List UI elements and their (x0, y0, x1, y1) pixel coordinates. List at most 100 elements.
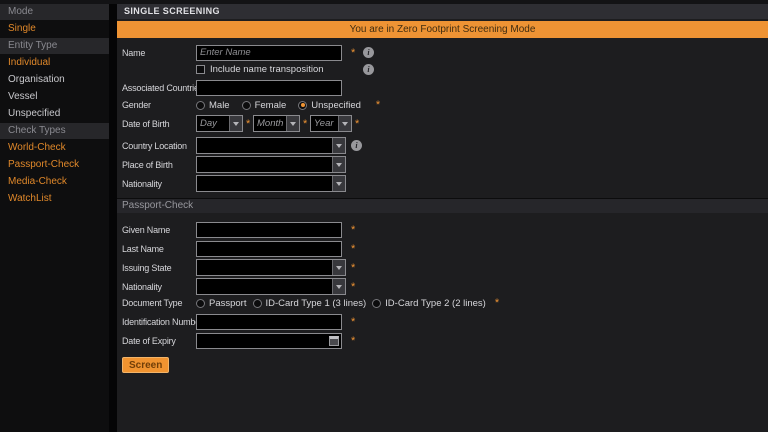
chevron-down-icon (332, 138, 345, 153)
sidebar-item-world-check[interactable]: World-Check (0, 140, 109, 156)
transposition-row: Include name transposition i (122, 63, 768, 75)
name-transposition-checkbox[interactable] (196, 65, 205, 74)
sidebar-item-vessel[interactable]: Vessel (0, 89, 109, 105)
dob-year-value: Year (311, 118, 338, 129)
info-icon[interactable]: i (363, 64, 374, 75)
sidebar-header-check-types: Check Types (0, 123, 109, 139)
sidebar-item-single[interactable]: Single (0, 21, 109, 37)
issuing-state-row: Issuing State * (122, 259, 768, 276)
passport-nationality-select[interactable] (196, 278, 346, 295)
sidebar-item-unspecified[interactable]: Unspecified (0, 106, 109, 122)
gender-row: Gender Male Female Unspecified * (122, 99, 768, 111)
sidebar-header-mode: Mode (0, 4, 109, 20)
name-input[interactable] (196, 45, 342, 61)
gender-unspecified-radio[interactable] (298, 101, 307, 110)
sidebar-item-organisation[interactable]: Organisation (0, 72, 109, 88)
dob-day-select[interactable]: Day (196, 115, 243, 132)
nationality-row: Nationality (122, 175, 768, 192)
info-icon[interactable]: i (363, 47, 374, 58)
associated-countries-label: Associated Countries (122, 83, 196, 93)
doc-type-passport-label: Passport (209, 298, 247, 309)
chevron-down-icon (332, 157, 345, 172)
document-type-row: Document Type Passport ID-Card Type 1 (3… (122, 297, 768, 309)
doc-type-idcard2-label: ID-Card Type 2 (2 lines) (385, 298, 486, 309)
calendar-icon[interactable] (329, 336, 339, 346)
sidebar-item-watchlist[interactable]: WatchList (0, 191, 109, 207)
last-name-input[interactable] (196, 241, 342, 257)
associated-countries-row: Associated Countries (122, 79, 768, 96)
country-location-select[interactable] (196, 137, 346, 154)
passport-nationality-label: Nationality (122, 282, 196, 292)
sidebar-item-passport-check[interactable]: Passport-Check (0, 157, 109, 173)
given-name-input[interactable] (196, 222, 342, 238)
screening-app-window: Mode Single Entity Type Individual Organ… (0, 0, 768, 432)
required-marker: * (246, 119, 253, 129)
required-marker: * (495, 298, 502, 308)
sidebar-divider (109, 4, 117, 432)
identification-number-row: Identification Number * (122, 313, 768, 330)
nationality-select[interactable] (196, 175, 346, 192)
date-of-birth-label: Date of Birth (122, 119, 196, 129)
sidebar-item-media-check[interactable]: Media-Check (0, 174, 109, 190)
screening-form: Name * i Include name transposition i (117, 38, 768, 194)
dob-day-value: Day (197, 118, 229, 129)
name-transposition-label: Include name transposition (210, 64, 324, 75)
name-row: Name * i (122, 44, 768, 61)
chevron-down-icon (332, 260, 345, 275)
gender-female-radio[interactable] (242, 101, 251, 110)
sidebar-item-individual[interactable]: Individual (0, 55, 109, 71)
name-label: Name (122, 48, 196, 58)
main-panel: SINGLE SCREENING You are in Zero Footpri… (117, 4, 768, 432)
given-name-label: Given Name (122, 225, 196, 235)
date-of-expiry-input[interactable] (196, 333, 342, 349)
zero-footprint-banner: You are in Zero Footprint Screening Mode (117, 21, 768, 38)
required-marker: * (351, 317, 358, 327)
doc-type-passport-radio[interactable] (196, 299, 205, 308)
date-of-expiry-label: Date of Expiry (122, 336, 196, 346)
last-name-row: Last Name * (122, 240, 768, 257)
dob-year-select[interactable]: Year (310, 115, 352, 132)
chevron-down-icon (338, 116, 351, 131)
doc-type-idcard1-radio[interactable] (253, 299, 262, 308)
nationality-label: Nationality (122, 179, 196, 189)
required-marker: * (351, 244, 358, 254)
last-name-label: Last Name (122, 244, 196, 254)
date-of-birth-row: Date of Birth Day * Month * Year (122, 115, 768, 132)
country-location-label: Country Location (122, 141, 196, 151)
doc-type-idcard1-label: ID-Card Type 1 (3 lines) (266, 298, 367, 309)
chevron-down-icon (332, 279, 345, 294)
info-icon[interactable]: i (351, 140, 362, 151)
place-of-birth-row: Place of Birth (122, 156, 768, 173)
gender-male-label: Male (209, 100, 230, 111)
place-of-birth-label: Place of Birth (122, 160, 196, 170)
required-marker: * (351, 48, 358, 58)
passport-check-form: Given Name * Last Name * Issuing State (117, 221, 768, 373)
passport-check-section-header: Passport-Check (117, 198, 768, 213)
sidebar-header-entity-type: Entity Type (0, 38, 109, 54)
chevron-down-icon (286, 116, 299, 131)
required-marker: * (351, 225, 358, 235)
identification-number-input[interactable] (196, 314, 342, 330)
gender-male-radio[interactable] (196, 101, 205, 110)
place-of-birth-select[interactable] (196, 156, 346, 173)
chevron-down-icon (229, 116, 242, 131)
gender-label: Gender (122, 100, 196, 110)
country-location-row: Country Location i (122, 137, 768, 154)
page-title: SINGLE SCREENING (117, 4, 768, 19)
doc-type-idcard2-radio[interactable] (372, 299, 381, 308)
passport-nationality-row: Nationality * (122, 278, 768, 295)
associated-countries-input[interactable] (196, 80, 342, 96)
required-marker: * (351, 263, 358, 273)
dob-month-select[interactable]: Month (253, 115, 300, 132)
required-marker: * (303, 119, 310, 129)
issuing-state-label: Issuing State (122, 263, 196, 273)
gender-unspecified-label: Unspecified (311, 100, 361, 111)
gender-female-label: Female (255, 100, 287, 111)
required-marker: * (376, 100, 383, 110)
dob-month-value: Month (254, 118, 286, 129)
given-name-row: Given Name * (122, 221, 768, 238)
identification-number-label: Identification Number (122, 317, 196, 327)
screen-button[interactable]: Screen (122, 357, 169, 373)
issuing-state-select[interactable] (196, 259, 346, 276)
date-of-expiry-row: Date of Expiry * (122, 332, 768, 349)
